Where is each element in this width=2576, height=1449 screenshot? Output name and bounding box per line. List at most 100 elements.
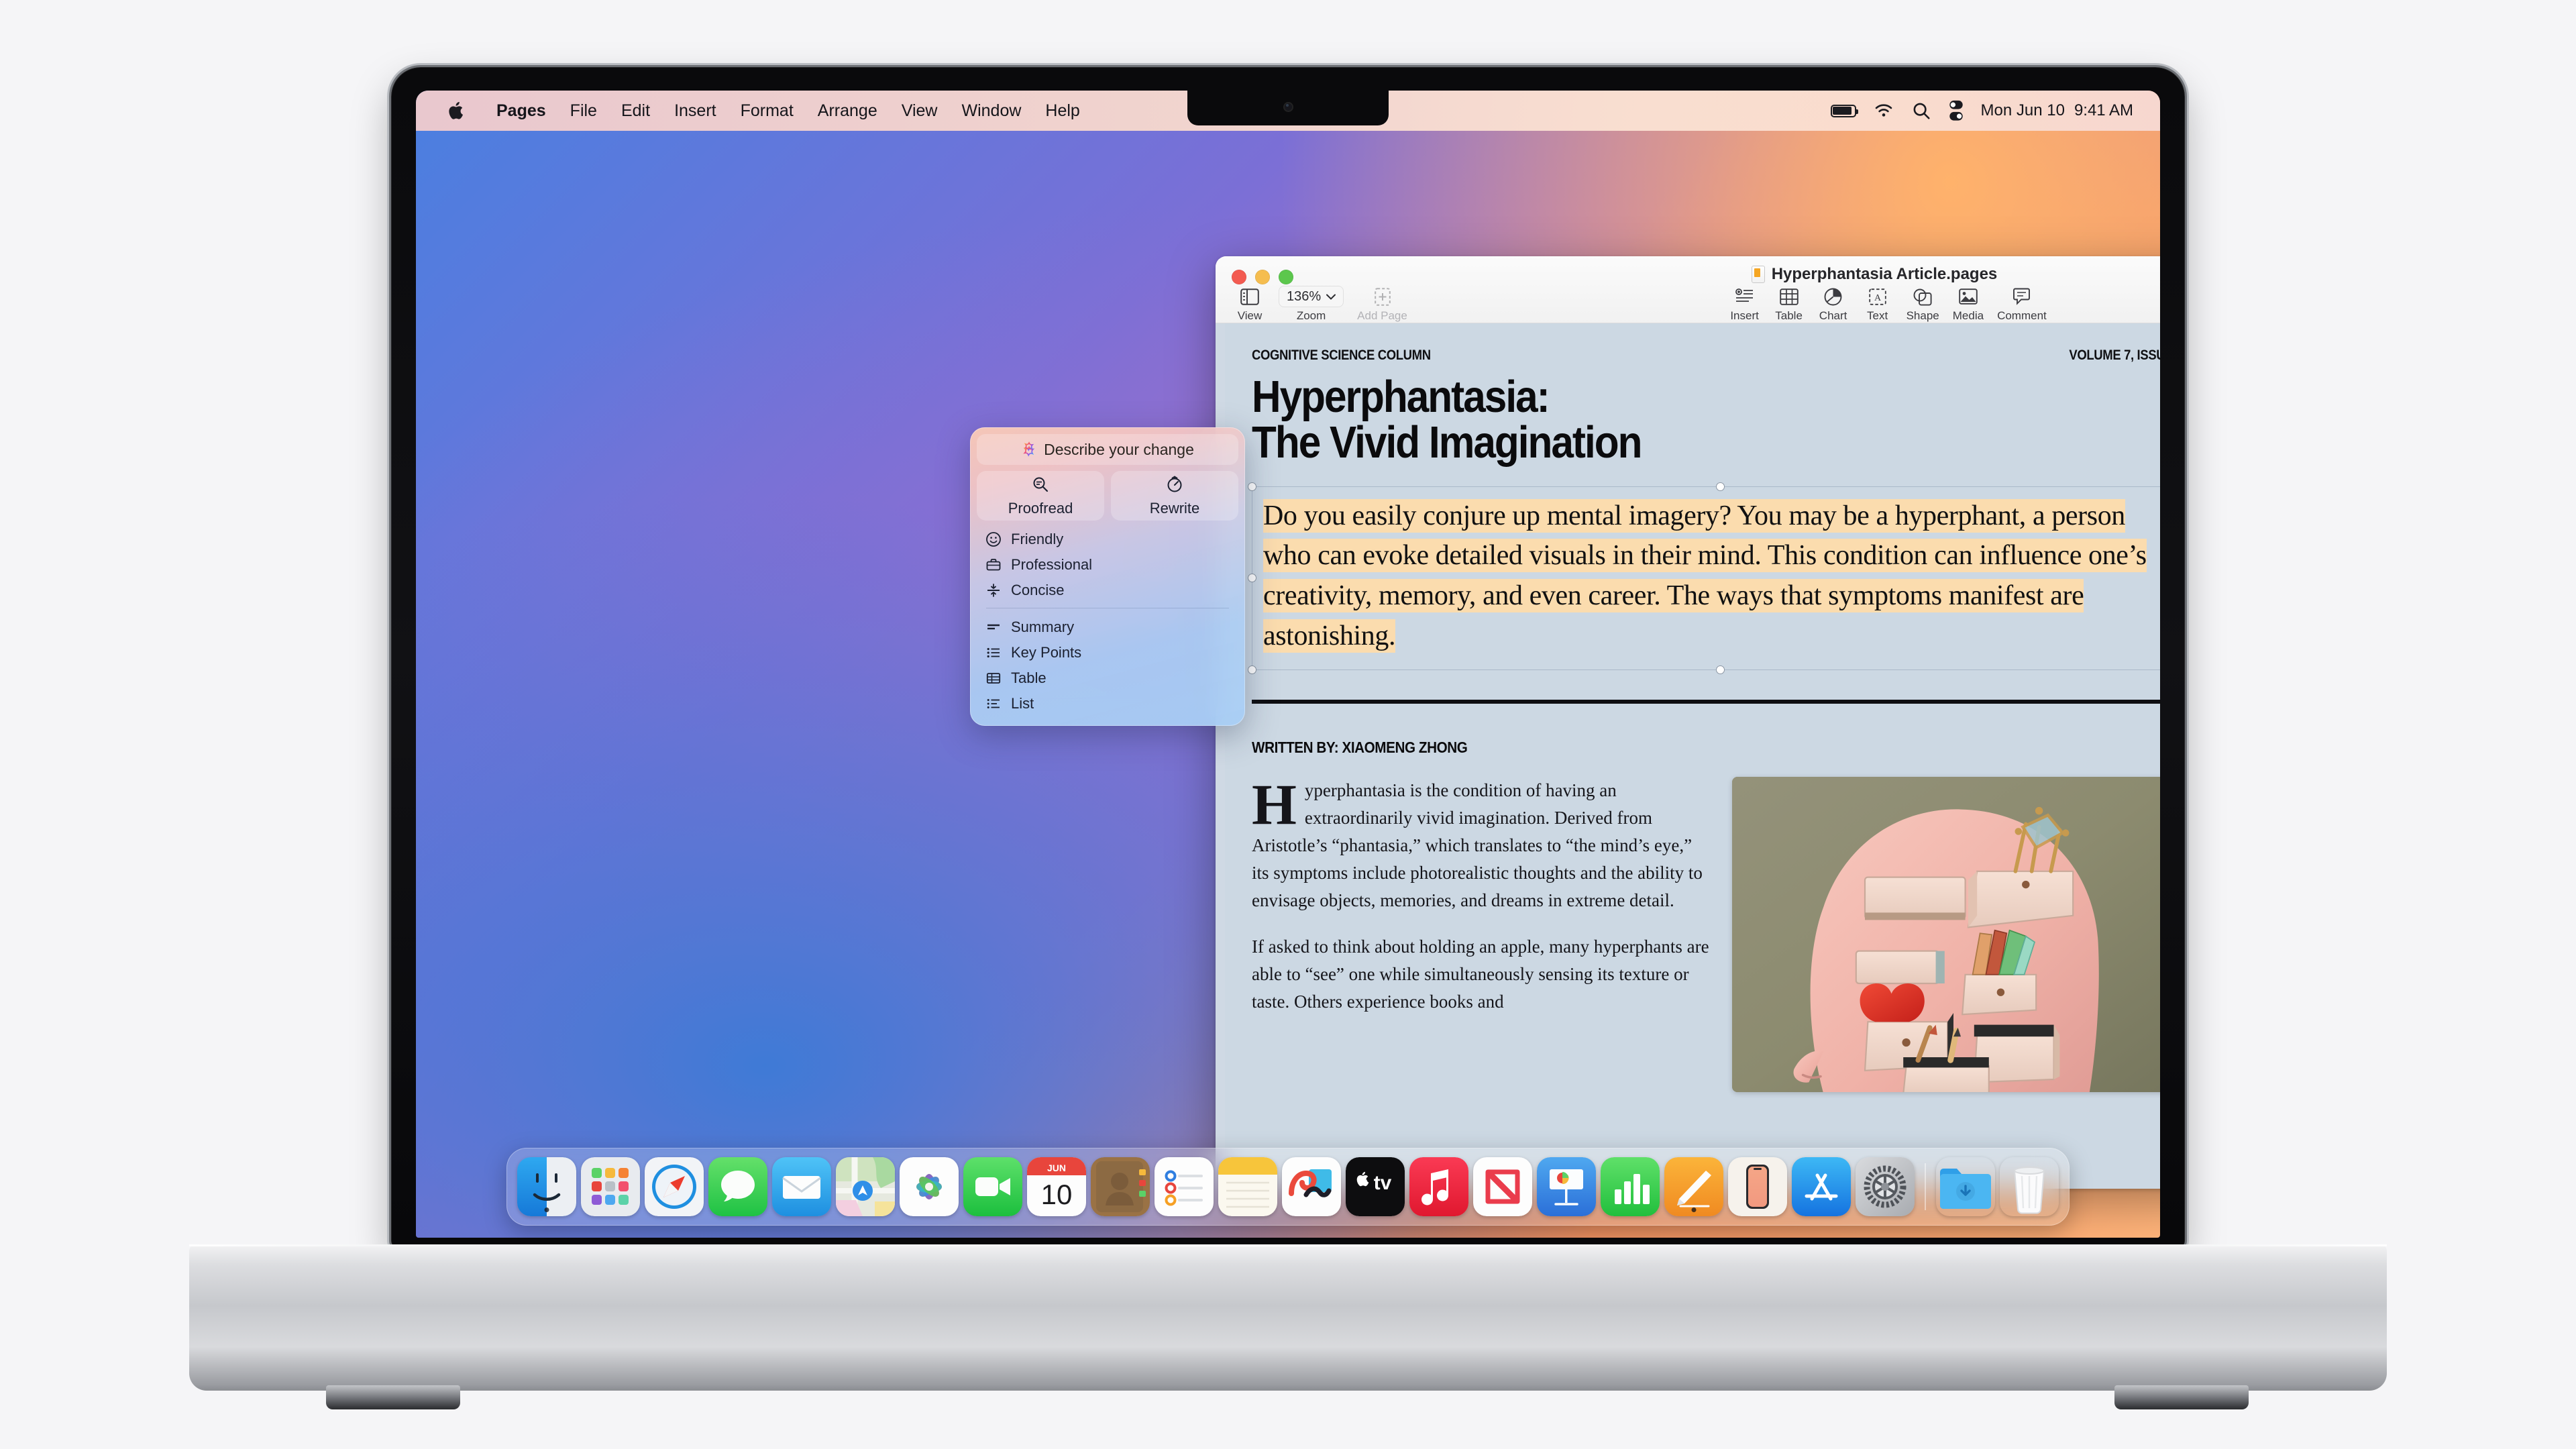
view-button[interactable]: View bbox=[1229, 284, 1271, 323]
resize-handle-top-center[interactable] bbox=[1715, 482, 1725, 491]
comment-button[interactable]: Comment bbox=[1992, 284, 2052, 323]
document-page[interactable]: COGNITIVE SCIENCE COLUMN VOLUME 7, ISSUE… bbox=[1225, 323, 2160, 1189]
dock-item-news[interactable] bbox=[1473, 1157, 1532, 1216]
zoom-button[interactable]: 136% Zoom bbox=[1273, 284, 1349, 323]
dock-item-music[interactable] bbox=[1409, 1157, 1468, 1216]
svg-text:JUN: JUN bbox=[1047, 1163, 1066, 1173]
running-indicator bbox=[544, 1208, 549, 1212]
dock-item-numbers[interactable] bbox=[1601, 1157, 1660, 1216]
search-icon[interactable] bbox=[1911, 101, 1931, 121]
toolbar-group-middle: Insert Table Chart A Text Shape Media Co… bbox=[1724, 284, 2052, 323]
dock-item-notes[interactable] bbox=[1218, 1157, 1277, 1216]
dock-item-freeform[interactable] bbox=[1282, 1157, 1341, 1216]
tone-friendly[interactable]: Friendly bbox=[977, 527, 1238, 552]
dock-item-contacts[interactable] bbox=[1091, 1157, 1150, 1216]
apple-logo-icon bbox=[449, 101, 463, 119]
insert-button[interactable]: Insert bbox=[1724, 284, 1766, 323]
zoom-control[interactable]: 136% bbox=[1279, 286, 1344, 307]
dock-item-system-settings[interactable] bbox=[1856, 1157, 1915, 1216]
dock-item-keynote[interactable] bbox=[1537, 1157, 1596, 1216]
writing-tools-actions: Proofread Rewrite bbox=[977, 471, 1238, 521]
dock-item-trash[interactable] bbox=[2000, 1157, 2059, 1216]
transform-summary[interactable]: Summary bbox=[977, 614, 1238, 640]
dock-item-calendar[interactable]: JUN 10 bbox=[1027, 1157, 1086, 1216]
table-button[interactable]: Table bbox=[1768, 284, 1810, 323]
pages-window: Hyperphantasia Article.pages View 136% Z… bbox=[1216, 256, 2160, 1189]
battery-icon[interactable] bbox=[1830, 104, 1858, 117]
menu-bar-left: Pages File Edit Insert Format Arrange Vi… bbox=[416, 101, 1092, 121]
head-with-drawers-illustration[interactable] bbox=[1732, 777, 2160, 1093]
text-label: Text bbox=[1867, 309, 1888, 322]
menu-item-format[interactable]: Format bbox=[729, 101, 806, 121]
writing-tools-tones: Friendly Professional Concise bbox=[977, 527, 1238, 603]
compress-icon bbox=[985, 582, 1002, 599]
article-body[interactable]: Hyperphantasia is the condition of havin… bbox=[1252, 772, 1713, 1092]
wifi-icon[interactable] bbox=[1874, 101, 1894, 121]
dock-item-iphone-mirroring[interactable] bbox=[1728, 1157, 1787, 1216]
dock-item-messages[interactable] bbox=[708, 1157, 767, 1216]
dock-item-safari[interactable] bbox=[645, 1157, 704, 1216]
menu-item-file[interactable]: File bbox=[558, 101, 609, 121]
menu-item-pages[interactable]: Pages bbox=[484, 101, 558, 121]
insert-icon bbox=[1735, 286, 1754, 307]
proofread-button[interactable]: Proofread bbox=[977, 471, 1104, 521]
text-button[interactable]: A Text bbox=[1857, 284, 1898, 323]
rewrite-button[interactable]: Rewrite bbox=[1111, 471, 1238, 521]
dock-divider bbox=[1925, 1163, 1926, 1210]
tone-friendly-label: Friendly bbox=[1011, 531, 1064, 547]
dock-item-reminders[interactable] bbox=[1155, 1157, 1214, 1216]
dock-item-pages[interactable] bbox=[1664, 1157, 1723, 1216]
dock-item-finder[interactable] bbox=[517, 1157, 576, 1216]
body-paragraph-2: If asked to think about holding an apple… bbox=[1252, 936, 1709, 1012]
dock-item-photos[interactable] bbox=[900, 1157, 959, 1216]
menu-item-arrange[interactable]: Arrange bbox=[806, 101, 890, 121]
tone-professional[interactable]: Professional bbox=[977, 552, 1238, 578]
dock-item-app-store[interactable] bbox=[1792, 1157, 1851, 1216]
menu-bar-date: Mon Jun 10 bbox=[1980, 101, 2065, 119]
writing-tools-transforms: Summary Key Points Table List bbox=[977, 614, 1238, 716]
window-toolbar: View 136% Zoom Add Page Insert Table Cha… bbox=[1216, 284, 2160, 323]
control-center-icon[interactable] bbox=[1949, 99, 1964, 122]
dock-item-facetime[interactable] bbox=[963, 1157, 1022, 1216]
text-box-icon: A bbox=[1868, 286, 1886, 307]
dock-item-maps[interactable] bbox=[836, 1157, 895, 1216]
transform-key-points[interactable]: Key Points bbox=[977, 640, 1238, 665]
resize-handle-bottom-left[interactable] bbox=[1248, 665, 1256, 675]
add-page-button[interactable]: Add Page bbox=[1352, 284, 1413, 323]
dock-item-downloads-folder[interactable] bbox=[1936, 1157, 1995, 1216]
svg-text:A: A bbox=[1874, 293, 1882, 303]
transform-list[interactable]: List bbox=[977, 691, 1238, 716]
chart-icon bbox=[1824, 286, 1842, 307]
document-title-text: Hyperphantasia Article.pages bbox=[1771, 265, 1998, 283]
tone-concise[interactable]: Concise bbox=[977, 578, 1238, 603]
menu-item-edit[interactable]: Edit bbox=[609, 101, 662, 121]
apple-menu[interactable] bbox=[436, 101, 484, 121]
section-divider bbox=[1252, 700, 2160, 704]
lead-paragraph: Do you easily conjure up mental imagery?… bbox=[1263, 496, 2160, 657]
dock-item-launchpad[interactable] bbox=[581, 1157, 640, 1216]
dock-item-apple-tv[interactable]: tv bbox=[1346, 1157, 1405, 1216]
dock-item-mail[interactable] bbox=[772, 1157, 831, 1216]
media-button[interactable]: Media bbox=[1947, 284, 1989, 323]
writing-tools-popover: Describe your change Proofread Rewrite F… bbox=[970, 427, 1245, 726]
chart-button[interactable]: Chart bbox=[1813, 284, 1854, 323]
menu-item-help[interactable]: Help bbox=[1033, 101, 1091, 121]
comment-label: Comment bbox=[1997, 309, 2047, 322]
menu-bar-clock[interactable]: Mon Jun 10 9:41 AM bbox=[1981, 101, 2133, 120]
selected-text-box[interactable]: Do you easily conjure up mental imagery?… bbox=[1248, 482, 2160, 675]
bullet-list-icon bbox=[985, 644, 1002, 661]
menu-item-insert[interactable]: Insert bbox=[662, 101, 729, 121]
resize-handle-bottom-center[interactable] bbox=[1715, 665, 1725, 675]
transform-table[interactable]: Table bbox=[977, 665, 1238, 691]
article-columns: Hyperphantasia is the condition of havin… bbox=[1252, 772, 2160, 1093]
document-canvas[interactable]: COGNITIVE SCIENCE COLUMN VOLUME 7, ISSUE… bbox=[1216, 323, 2160, 1189]
menu-item-window[interactable]: Window bbox=[949, 101, 1033, 121]
resize-handle-top-left[interactable] bbox=[1248, 482, 1256, 491]
laptop-foot-left bbox=[326, 1385, 460, 1409]
describe-change-input[interactable]: Describe your change bbox=[977, 434, 1238, 465]
resize-handle-middle-left[interactable] bbox=[1248, 573, 1256, 582]
sidebar-icon bbox=[1240, 286, 1259, 307]
menu-item-view[interactable]: View bbox=[890, 101, 950, 121]
shape-button[interactable]: Shape bbox=[1901, 284, 1945, 323]
transform-list-label: List bbox=[1011, 695, 1034, 712]
